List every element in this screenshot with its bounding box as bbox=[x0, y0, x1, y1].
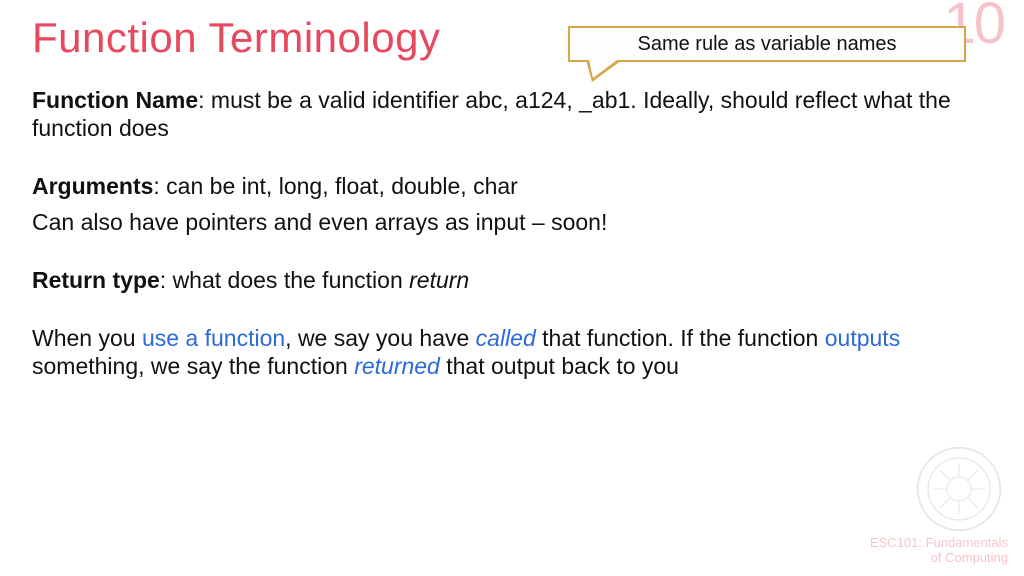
institute-seal-icon bbox=[916, 446, 1002, 532]
label-function-name: Function Name bbox=[32, 87, 198, 113]
para-usage: When you use a function, we say you have… bbox=[32, 324, 992, 380]
para-return-type: Return type: what does the function retu… bbox=[32, 266, 992, 294]
slide-body: Function Name: must be a valid identifie… bbox=[32, 86, 992, 380]
label-return-type: Return type bbox=[32, 267, 160, 293]
footer-line1: ESC101: Fundamentals bbox=[870, 536, 1008, 551]
label-arguments: Arguments bbox=[32, 173, 153, 199]
para-arguments: Arguments: can be int, long, float, doub… bbox=[32, 172, 992, 200]
para-function-name: Function Name: must be a valid identifie… bbox=[32, 86, 992, 142]
para-arguments-extra: Can also have pointers and even arrays a… bbox=[32, 208, 992, 236]
callout-text: Same rule as variable names bbox=[568, 26, 966, 62]
callout: Same rule as variable names bbox=[568, 26, 966, 62]
page-title: Function Terminology bbox=[32, 14, 440, 62]
footer: ESC101: Fundamentals of Computing bbox=[870, 536, 1008, 566]
footer-line2: of Computing bbox=[870, 551, 1008, 566]
